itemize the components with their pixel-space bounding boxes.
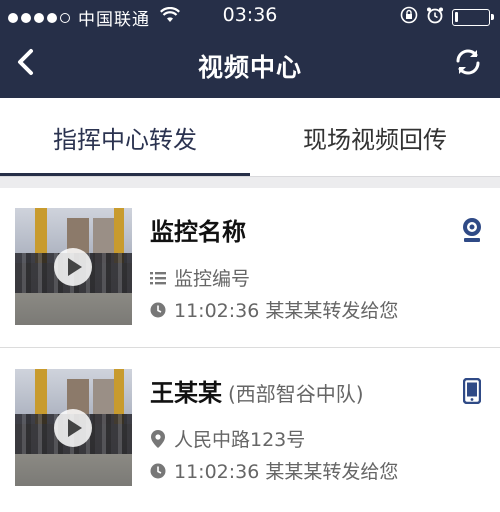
forward-time-text: 11:02:36 某某某转发给您 [174, 461, 399, 483]
clock-icon [150, 463, 166, 479]
refresh-button[interactable] [450, 46, 486, 82]
battery-icon [452, 9, 494, 26]
item-title: 监控名称 [150, 218, 246, 246]
rotation-lock-icon [400, 6, 418, 29]
refresh-icon [453, 47, 483, 81]
nav-bar: 视频中心 [0, 32, 500, 98]
location-pin-icon [150, 429, 166, 448]
video-thumbnail[interactable] [15, 369, 132, 486]
alarm-icon [426, 6, 444, 29]
tab-scene-video-upload[interactable]: 现场视频回传 [250, 98, 500, 176]
play-icon[interactable] [54, 409, 92, 447]
list-item[interactable]: 监控名称 监控编号 11:02:36 某某某转发给您 [0, 188, 500, 348]
forward-time-text: 11:02:36 某某某转发给您 [174, 300, 399, 322]
list-item[interactable]: 王某某 (西部智谷中队) 人民中路123号 11:02:36 某某某转发给您 [0, 349, 500, 509]
section-divider [0, 176, 500, 188]
address-text: 人民中路123号 [174, 429, 306, 451]
list-icon [150, 270, 166, 286]
clock-icon [150, 302, 166, 318]
item-title: 王某某 [150, 379, 222, 407]
tab-bar: 指挥中心转发 现场视频回传 [0, 98, 500, 176]
tab-command-center-forward[interactable]: 指挥中心转发 [0, 98, 250, 176]
mobile-phone-icon [460, 377, 484, 405]
status-bar: 中国联通 03:36 [0, 0, 500, 32]
page-title: 视频中心 [197, 53, 302, 82]
video-thumbnail[interactable] [15, 208, 132, 325]
play-icon[interactable] [54, 248, 92, 286]
webcam-icon [460, 216, 484, 244]
app-header: 中国联通 03:36 视频中心 [0, 0, 500, 98]
item-subtitle: (西部智谷中队) [228, 382, 364, 406]
monitor-id-text: 监控编号 [174, 268, 251, 290]
